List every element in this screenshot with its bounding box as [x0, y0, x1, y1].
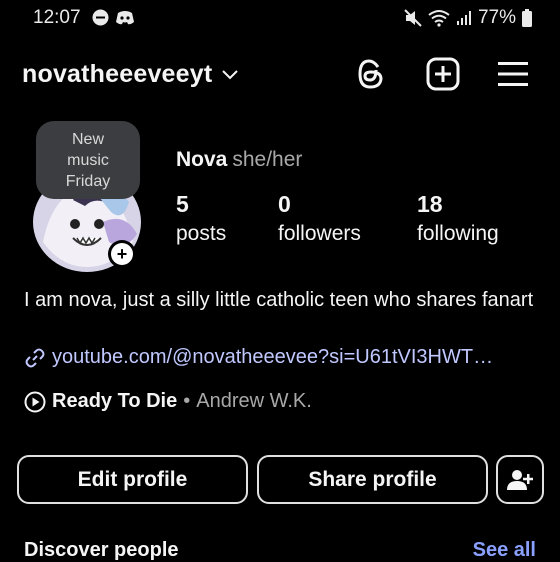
battery-percent: 77% — [477, 7, 516, 28]
display-name: Nova — [176, 148, 228, 171]
chevron-down-icon — [222, 69, 239, 79]
username: novatheeeveeyt — [22, 60, 213, 88]
stat-following[interactable]: 18 following — [417, 191, 499, 246]
plus-icon: + — [111, 243, 133, 265]
stat-count: 5 — [176, 191, 189, 217]
profile-link[interactable]: youtube.com/@novatheeevee?si=U61tVI3HWT… — [24, 346, 493, 369]
status-right-group: 77% — [404, 7, 532, 29]
see-all-link[interactable]: See all — [473, 539, 536, 562]
note-line-2: music — [67, 152, 109, 169]
account-switcher[interactable]: novatheeeveeyt — [22, 60, 239, 89]
play-circle-icon — [24, 391, 46, 412]
display-name-row: Nova she/her — [176, 148, 302, 172]
stat-label: following — [417, 222, 499, 245]
link-icon — [25, 348, 45, 367]
add-story-button[interactable]: + — [108, 240, 136, 268]
edit-profile-label: Edit profile — [77, 467, 188, 491]
song-title: Ready To Die — [52, 390, 178, 412]
stat-label: posts — [176, 222, 227, 245]
mute-icon — [404, 9, 422, 27]
profile-music[interactable]: Ready To Die • Andrew W.K. — [24, 390, 312, 413]
battery-icon — [522, 9, 532, 27]
link-text: youtube.com/@novatheeevee?si=U61tVI3HWT… — [52, 346, 494, 368]
stat-count: 18 — [417, 191, 443, 217]
edit-profile-button[interactable]: Edit profile — [17, 455, 248, 504]
create-icon[interactable] — [424, 55, 462, 93]
share-profile-label: Share profile — [308, 467, 437, 491]
song-separator: • — [183, 390, 191, 412]
note-line-1: New — [71, 131, 104, 148]
signal-icon — [456, 11, 471, 25]
pronouns: she/her — [232, 148, 303, 171]
share-profile-button[interactable]: Share profile — [257, 455, 488, 504]
song-artist: Andrew W.K. — [196, 390, 312, 412]
stat-followers[interactable]: 0 followers — [278, 191, 361, 246]
wifi-icon — [428, 10, 450, 27]
discord-icon — [116, 10, 134, 24]
stat-count: 0 — [278, 191, 291, 217]
status-notification-icons — [92, 9, 135, 26]
note-line-3: Friday — [65, 173, 111, 190]
discover-people-button[interactable] — [496, 455, 544, 504]
stat-posts[interactable]: 5 posts — [176, 191, 226, 246]
stat-label: followers — [278, 222, 361, 245]
status-time: 12:07 — [33, 7, 81, 28]
add-person-icon — [507, 469, 533, 490]
menu-icon[interactable] — [494, 55, 532, 93]
minus-circle-icon — [92, 9, 109, 26]
discover-people-heading: Discover people — [24, 539, 179, 561]
note-bubble[interactable]: New music Friday — [36, 121, 140, 199]
bio-text: I am nova, just a silly little catholic … — [24, 289, 534, 311]
threads-icon[interactable] — [352, 55, 390, 93]
